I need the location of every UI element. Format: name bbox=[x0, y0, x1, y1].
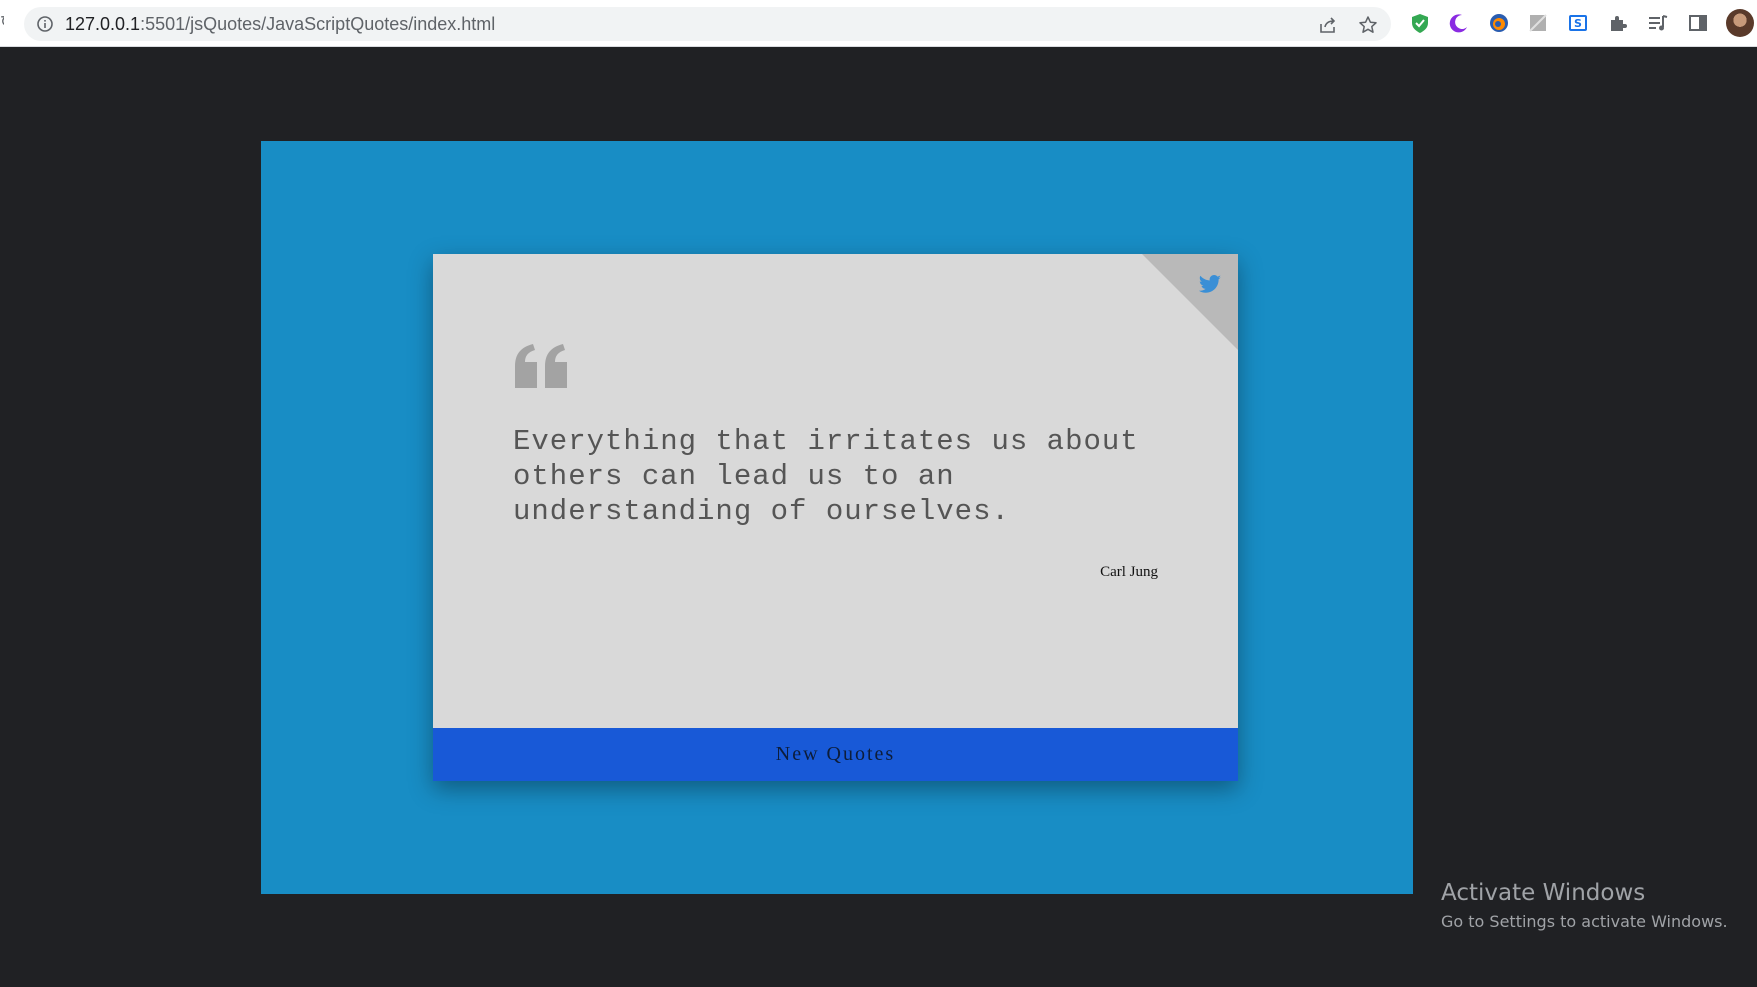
quote-card: Everything that irritates us about other… bbox=[433, 254, 1238, 781]
quote-author: Carl Jung bbox=[1100, 564, 1158, 580]
media-icon[interactable] bbox=[1647, 12, 1669, 34]
browser-toolbar: ↻ 127.0.0.1:5501/jsQuotes/JavaScriptQuot… bbox=[0, 0, 1757, 47]
url-host: 127.0.0.1 bbox=[65, 14, 141, 34]
info-icon[interactable] bbox=[37, 16, 53, 32]
gray-extension-icon[interactable] bbox=[1527, 12, 1549, 34]
activate-windows-watermark: Activate Windows Go to Settings to activ… bbox=[1441, 878, 1728, 936]
quote-mark-icon bbox=[515, 344, 567, 388]
watermark-subtitle: Go to Settings to activate Windows. bbox=[1441, 912, 1728, 931]
quote-text: Everything that irritates us about other… bbox=[513, 425, 1139, 528]
url-path: :5501/jsQuotes/JavaScriptQuotes/index.ht… bbox=[140, 14, 496, 34]
url-text[interactable]: 127.0.0.1:5501/jsQuotes/JavaScriptQuotes… bbox=[65, 14, 495, 34]
new-quote-button[interactable]: New Quotes bbox=[433, 728, 1238, 781]
twitter-icon[interactable] bbox=[1198, 274, 1222, 296]
moon-extension-icon[interactable] bbox=[1448, 12, 1470, 34]
side-panel-icon[interactable] bbox=[1687, 12, 1709, 34]
s-extension-icon[interactable]: S bbox=[1567, 12, 1589, 34]
address-bar[interactable]: 127.0.0.1:5501/jsQuotes/JavaScriptQuotes… bbox=[24, 7, 1391, 41]
profile-avatar[interactable] bbox=[1726, 9, 1754, 37]
star-icon[interactable] bbox=[1358, 15, 1378, 35]
firefox-extension-icon[interactable] bbox=[1488, 12, 1510, 34]
puzzle-icon[interactable] bbox=[1607, 12, 1629, 34]
reload-icon[interactable]: ↻ bbox=[0, 14, 4, 32]
watermark-title: Activate Windows bbox=[1441, 880, 1646, 906]
corner-fold bbox=[1142, 254, 1238, 350]
quote-stage: Everything that irritates us about other… bbox=[261, 141, 1413, 894]
share-icon[interactable] bbox=[1318, 15, 1338, 35]
page-viewport: Everything that irritates us about other… bbox=[0, 47, 1757, 987]
svg-text:S: S bbox=[1574, 17, 1582, 30]
shield-extension-icon[interactable] bbox=[1409, 12, 1431, 34]
